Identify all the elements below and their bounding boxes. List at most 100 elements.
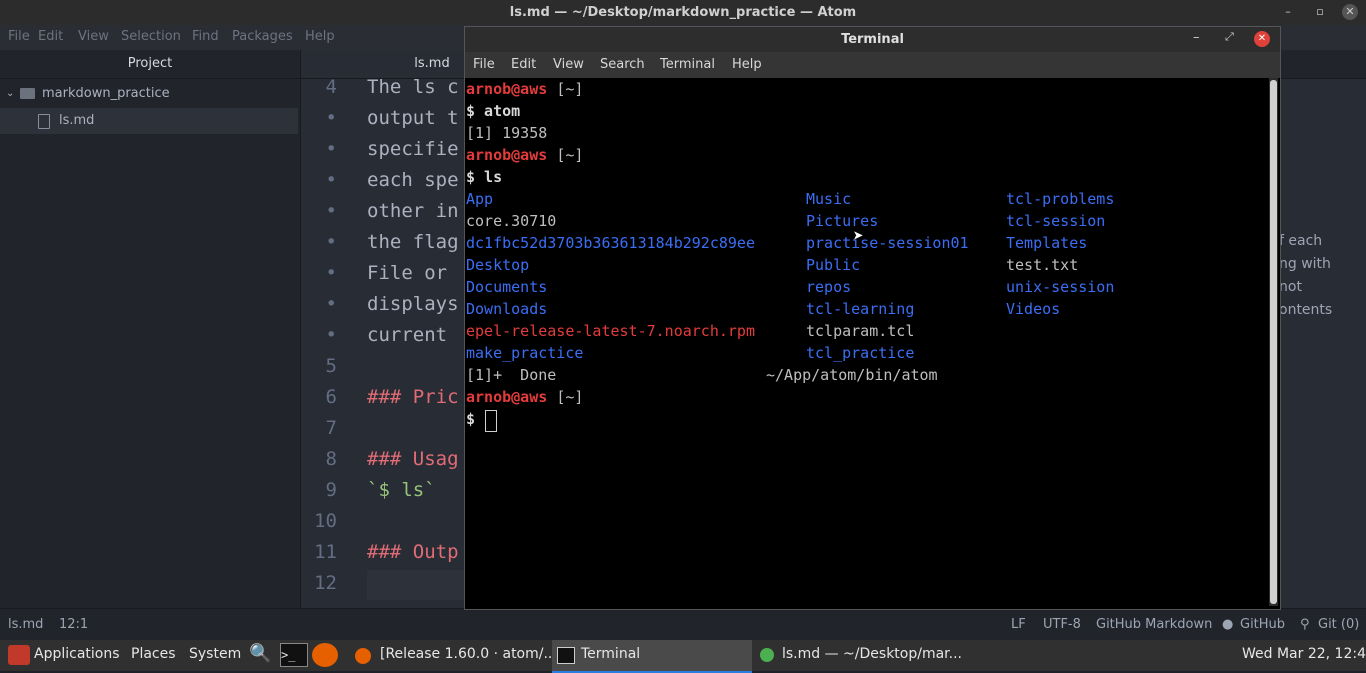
tree-file-item[interactable]: ls.md <box>0 108 298 134</box>
firefox-icon[interactable] <box>312 643 338 667</box>
ls-entry: Desktop <box>466 256 530 274</box>
taskbar-item-terminal[interactable]: Terminal <box>581 646 640 662</box>
hidden-text-fragment: not <box>1279 279 1302 295</box>
terminal-titlebar[interactable]: Terminal <box>465 27 1280 52</box>
line-number: • <box>325 107 337 129</box>
menu-packages[interactable]: Packages <box>232 29 293 44</box>
window-titlebar: ls.md — ~/Desktop/markdown_practice — At… <box>0 0 1366 25</box>
code-line: ### Outp <box>367 541 459 563</box>
window-title: ls.md — ~/Desktop/markdown_practice — At… <box>509 5 857 20</box>
code-line: the flag <box>367 231 459 253</box>
line-number: 7 <box>325 417 337 439</box>
terminal-minimize-button[interactable]: – <box>1193 30 1200 45</box>
clock[interactable]: Wed Mar 22, 12:43 <box>1242 646 1366 662</box>
maximize-button[interactable]: ▫ <box>1312 4 1328 20</box>
terminal-menu-help[interactable]: Help <box>732 57 762 72</box>
tree-folder-item[interactable]: ⌄ markdown_practice <box>0 81 298 107</box>
terminal-scroll-thumb[interactable] <box>1270 80 1277 604</box>
terminal-menu-file[interactable]: File <box>473 57 495 72</box>
code-line: each spe <box>367 169 459 191</box>
ls-entry: practise-session01 <box>806 234 969 252</box>
menu-edit[interactable]: Edit <box>38 29 63 44</box>
status-encoding[interactable]: UTF-8 <box>1043 617 1081 632</box>
ls-entry: repos <box>806 278 852 296</box>
places-menu[interactable]: Places <box>131 646 176 662</box>
code-line: The ls c <box>367 76 459 98</box>
line-number: 12 <box>314 572 337 594</box>
close-button[interactable]: ✕ <box>1342 4 1358 20</box>
ls-entry: test.txt <box>1006 256 1079 274</box>
status-bar: ls.md 12:1 LF UTF-8 GitHub Markdown ● Gi… <box>0 608 1366 641</box>
file-icon <box>38 114 50 129</box>
code-line: displays <box>367 293 459 315</box>
terminal-launcher-icon[interactable]: >_ <box>280 643 308 667</box>
status-file[interactable]: ls.md <box>8 617 43 632</box>
terminal-menubar: File Edit View Search Terminal Help <box>465 52 1280 78</box>
taskbar: Applications Places System 🔍 >_ [Release… <box>0 640 1366 673</box>
terminal-scrollbar[interactable] <box>1269 78 1278 606</box>
status-git[interactable]: Git (0) <box>1318 617 1359 632</box>
folder-icon <box>20 88 35 99</box>
git-branch-icon: ⚲ <box>1300 617 1310 632</box>
project-tree: Project ⌄ markdown_practice ls.md <box>0 50 301 608</box>
ls-entry: Videos <box>1006 300 1061 318</box>
ls-entry: Public <box>806 256 861 274</box>
menu-file[interactable]: File <box>8 29 30 44</box>
taskbar-item-atom[interactable]: ls.md — ~/Desktop/mar... <box>782 646 962 662</box>
file-label: ls.md <box>59 113 95 128</box>
chevron-down-icon: ⌄ <box>6 88 15 99</box>
status-grammar[interactable]: GitHub Markdown <box>1096 617 1212 632</box>
code-line: ### Usag <box>367 448 459 470</box>
minimize-button[interactable]: – <box>1280 4 1296 20</box>
menu-find[interactable]: Find <box>192 29 219 44</box>
line-number: 11 <box>314 541 337 563</box>
ls-entry: App <box>466 190 494 208</box>
status-cursor-position[interactable]: 12:1 <box>59 617 88 632</box>
terminal-menu-search[interactable]: Search <box>600 57 645 72</box>
ls-entry: unix-session <box>1006 278 1115 296</box>
line-number: • <box>325 169 337 191</box>
search-icon[interactable]: 🔍 <box>249 643 271 664</box>
job-line: [1] 19358 <box>466 124 548 142</box>
terminal-menu-terminal[interactable]: Terminal <box>660 57 715 72</box>
folder-label: markdown_practice <box>42 86 170 101</box>
terminal-window: Terminal – ⤢ ✕ File Edit View Search Ter… <box>464 26 1281 610</box>
ls-entry: tcl_practice <box>806 344 915 362</box>
taskbar-item-firefox[interactable]: [Release 1.60.0 · atom/... <box>380 646 557 662</box>
system-menu[interactable]: System <box>189 646 241 662</box>
ls-entry: epel-release-latest-7.noarch.rpm <box>466 322 755 340</box>
prompt-dir: [~] <box>556 80 584 98</box>
mouse-pointer-icon: ➤ <box>853 226 864 247</box>
code-line: `$ ls` <box>367 479 436 501</box>
menu-selection[interactable]: Selection <box>121 29 181 44</box>
prompt-dir: [~] <box>556 146 584 164</box>
ls-entry: Templates <box>1006 234 1088 252</box>
prompt-user: arnob@aws <box>466 388 548 406</box>
github-icon: ● <box>1222 617 1234 632</box>
command-line: $ ls <box>466 168 503 186</box>
code-line: output t <box>367 107 459 129</box>
firefox-task-icon <box>355 648 371 664</box>
terminal-close-button[interactable]: ✕ <box>1254 31 1270 47</box>
menu-view[interactable]: View <box>78 29 109 44</box>
menu-help[interactable]: Help <box>305 29 335 44</box>
prompt-user: arnob@aws <box>466 80 548 98</box>
code-line: specifie <box>367 138 459 160</box>
project-tab[interactable]: Project <box>0 50 300 79</box>
hidden-text-fragment: f each <box>1279 233 1323 249</box>
terminal-menu-view[interactable]: View <box>553 57 584 72</box>
status-github[interactable]: GitHub <box>1240 617 1285 632</box>
line-number: • <box>325 138 337 160</box>
applications-icon <box>8 645 30 665</box>
terminal-maximize-button[interactable]: ⤢ <box>1225 30 1234 44</box>
terminal-menu-edit[interactable]: Edit <box>511 57 536 72</box>
code-line: File or <box>367 262 448 284</box>
status-line-ending[interactable]: LF <box>1011 617 1026 632</box>
ls-entry: dc1fbc52d3703b363613184b292c89ee <box>466 234 755 252</box>
cursor-line-highlight <box>367 570 467 600</box>
terminal-cursor <box>485 410 497 432</box>
terminal-output[interactable]: arnob@aws [~] $ atom [1] 19358 arnob@aws… <box>465 78 1265 608</box>
applications-menu[interactable]: Applications <box>34 646 120 662</box>
line-number: • <box>325 324 337 346</box>
ls-entry: tclparam.tcl <box>806 322 915 340</box>
